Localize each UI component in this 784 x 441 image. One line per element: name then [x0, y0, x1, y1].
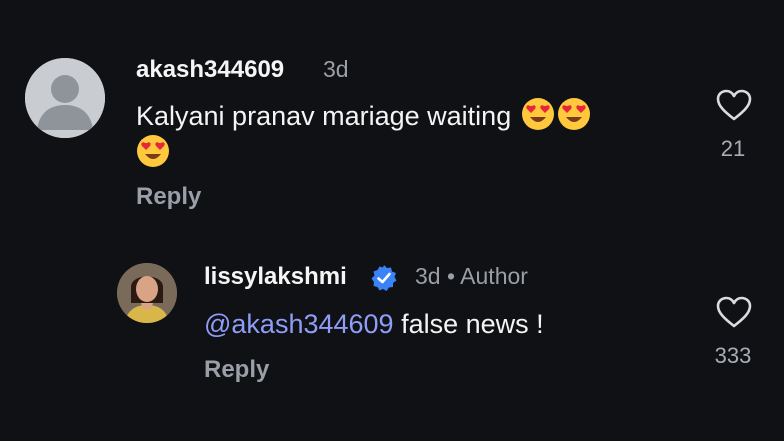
- heart-eyes-emoji: [557, 97, 591, 131]
- verified-badge-icon: [371, 265, 397, 291]
- heart-eyes-emoji: [136, 134, 170, 168]
- comment-timestamp: 3d: [415, 263, 441, 289]
- like-count: 333: [714, 343, 752, 368]
- comment-text: Kalyani pranav mariage waiting: [136, 97, 676, 171]
- default-user-icon: [25, 58, 105, 138]
- heart-icon[interactable]: [715, 295, 753, 329]
- comment-meta: 3d • Author: [415, 263, 528, 290]
- comment-username[interactable]: akash344609: [136, 56, 284, 84]
- comment-body: Kalyani pranav mariage waiting: [136, 101, 512, 131]
- reply-comment: lissylakshmi 3d • Author @akash344609 fa…: [0, 240, 784, 441]
- heart-eyes-emoji: [521, 97, 555, 131]
- separator: •: [446, 263, 456, 289]
- mention-link[interactable]: @akash344609: [204, 309, 394, 339]
- reply-button[interactable]: Reply: [136, 183, 201, 211]
- comment-text: @akash344609 false news !: [204, 306, 544, 342]
- avatar[interactable]: [117, 263, 177, 323]
- reply-button[interactable]: Reply: [204, 356, 269, 384]
- avatar[interactable]: [25, 58, 105, 138]
- comment-timestamp: 3d: [323, 56, 349, 82]
- heart-icon[interactable]: [715, 88, 753, 122]
- profile-photo-icon: [117, 263, 177, 323]
- comment-username[interactable]: lissylakshmi: [204, 263, 347, 291]
- like-count: 21: [720, 136, 746, 161]
- comment: akash344609 3d Kalyani pranav mariage wa…: [0, 0, 784, 230]
- comment-body: false news !: [393, 309, 544, 339]
- author-label: Author: [460, 263, 528, 289]
